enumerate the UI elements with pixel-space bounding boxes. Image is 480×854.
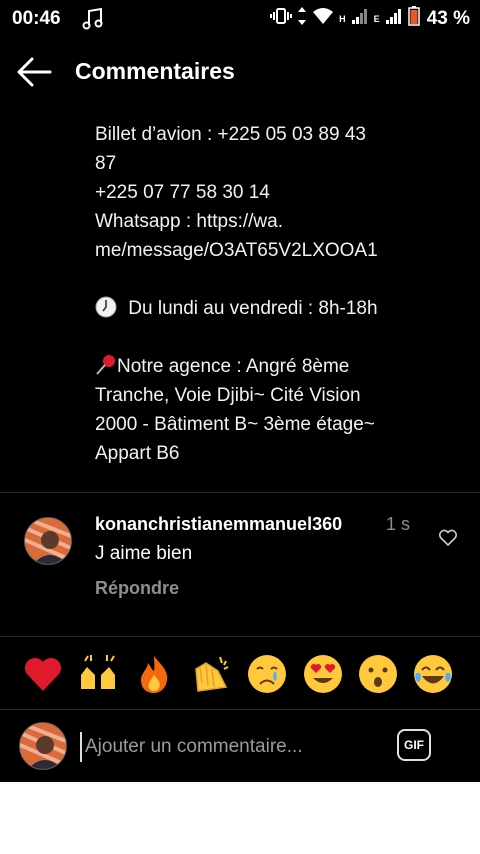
crying-face-icon[interactable]: [246, 653, 288, 695]
music-note-icon: [80, 6, 106, 37]
pushpin-icon: [95, 354, 117, 376]
status-bar: 00:46 H E 43 %: [0, 0, 480, 38]
comment-time: 1 s: [386, 514, 411, 534]
reply-button[interactable]: Répondre: [95, 578, 179, 599]
signal-icon-2: [385, 8, 403, 29]
clapping-hands-icon[interactable]: [190, 653, 232, 695]
back-arrow-icon[interactable]: [16, 56, 56, 88]
network-type-e: E: [373, 13, 380, 24]
comment-username[interactable]: konanchristianemmanuel360: [95, 514, 342, 535]
red-heart-icon[interactable]: [22, 653, 64, 695]
user-avatar: [19, 722, 67, 770]
caption-line: Notre agence : Angré 8ème: [117, 356, 350, 377]
tears-of-joy-face-icon[interactable]: [412, 653, 454, 695]
caption-line: Whatsapp : https://wa.: [95, 211, 283, 232]
battery-icon: [407, 6, 420, 31]
caption-line: Du lundi au vendredi : 8h-18h: [128, 298, 378, 319]
clock-icon: [95, 296, 117, 318]
status-icons: H E 43 %: [270, 6, 470, 31]
gif-button[interactable]: GIF: [397, 729, 431, 761]
comment-text: J aime bien: [95, 543, 193, 564]
wifi-icon: [312, 7, 334, 30]
caption-line: Tranche, Voie Djibi~ Cité Vision: [95, 385, 361, 406]
comment-input[interactable]: [80, 732, 375, 762]
caption-line: 87: [95, 153, 117, 174]
caption-line: 2000 - Bâtiment B~ 3ème étage~: [95, 414, 375, 435]
caption-hours-line: Du lundi au vendredi : 8h-18h: [95, 294, 455, 323]
quick-reactions-bar: [0, 637, 480, 709]
post-caption: Billet d’avion : +225 05 03 89 43 87 +22…: [95, 120, 455, 468]
status-time: 00:46: [12, 8, 61, 29]
app-screen: 00:46 H E 43 % Commentaires Billet d’avi…: [0, 0, 480, 782]
signal-icon-1: [351, 8, 369, 29]
heart-outline-icon[interactable]: [438, 529, 458, 552]
caption-line: Billet d’avion : +225 05 03 89 43: [95, 124, 366, 145]
caption-agency-line: Notre agence : Angré 8ème: [95, 352, 455, 381]
vibrate-icon: [270, 6, 293, 31]
network-type-h: H: [339, 13, 346, 24]
heart-eyes-face-icon[interactable]: [302, 653, 344, 695]
data-arrows-icon: [297, 6, 307, 31]
page-title: Commentaires: [75, 58, 235, 84]
avatar[interactable]: [24, 517, 72, 565]
caption-line: Appart B6: [95, 443, 180, 464]
caption-line: +225 07 77 58 30 14: [95, 182, 270, 203]
comment-item: konanchristianemmanuel360 1 s J aime bie…: [0, 505, 480, 625]
raising-hands-icon[interactable]: [77, 653, 119, 695]
battery-percent: 43 %: [426, 7, 470, 29]
header: Commentaires: [0, 48, 480, 98]
divider: [0, 492, 480, 493]
fire-icon[interactable]: [133, 653, 175, 695]
astonished-face-icon[interactable]: [357, 653, 399, 695]
comment-input-bar: GIF: [0, 710, 480, 782]
caption-line: me/message/O3AT65V2LXOOA1: [95, 240, 378, 261]
